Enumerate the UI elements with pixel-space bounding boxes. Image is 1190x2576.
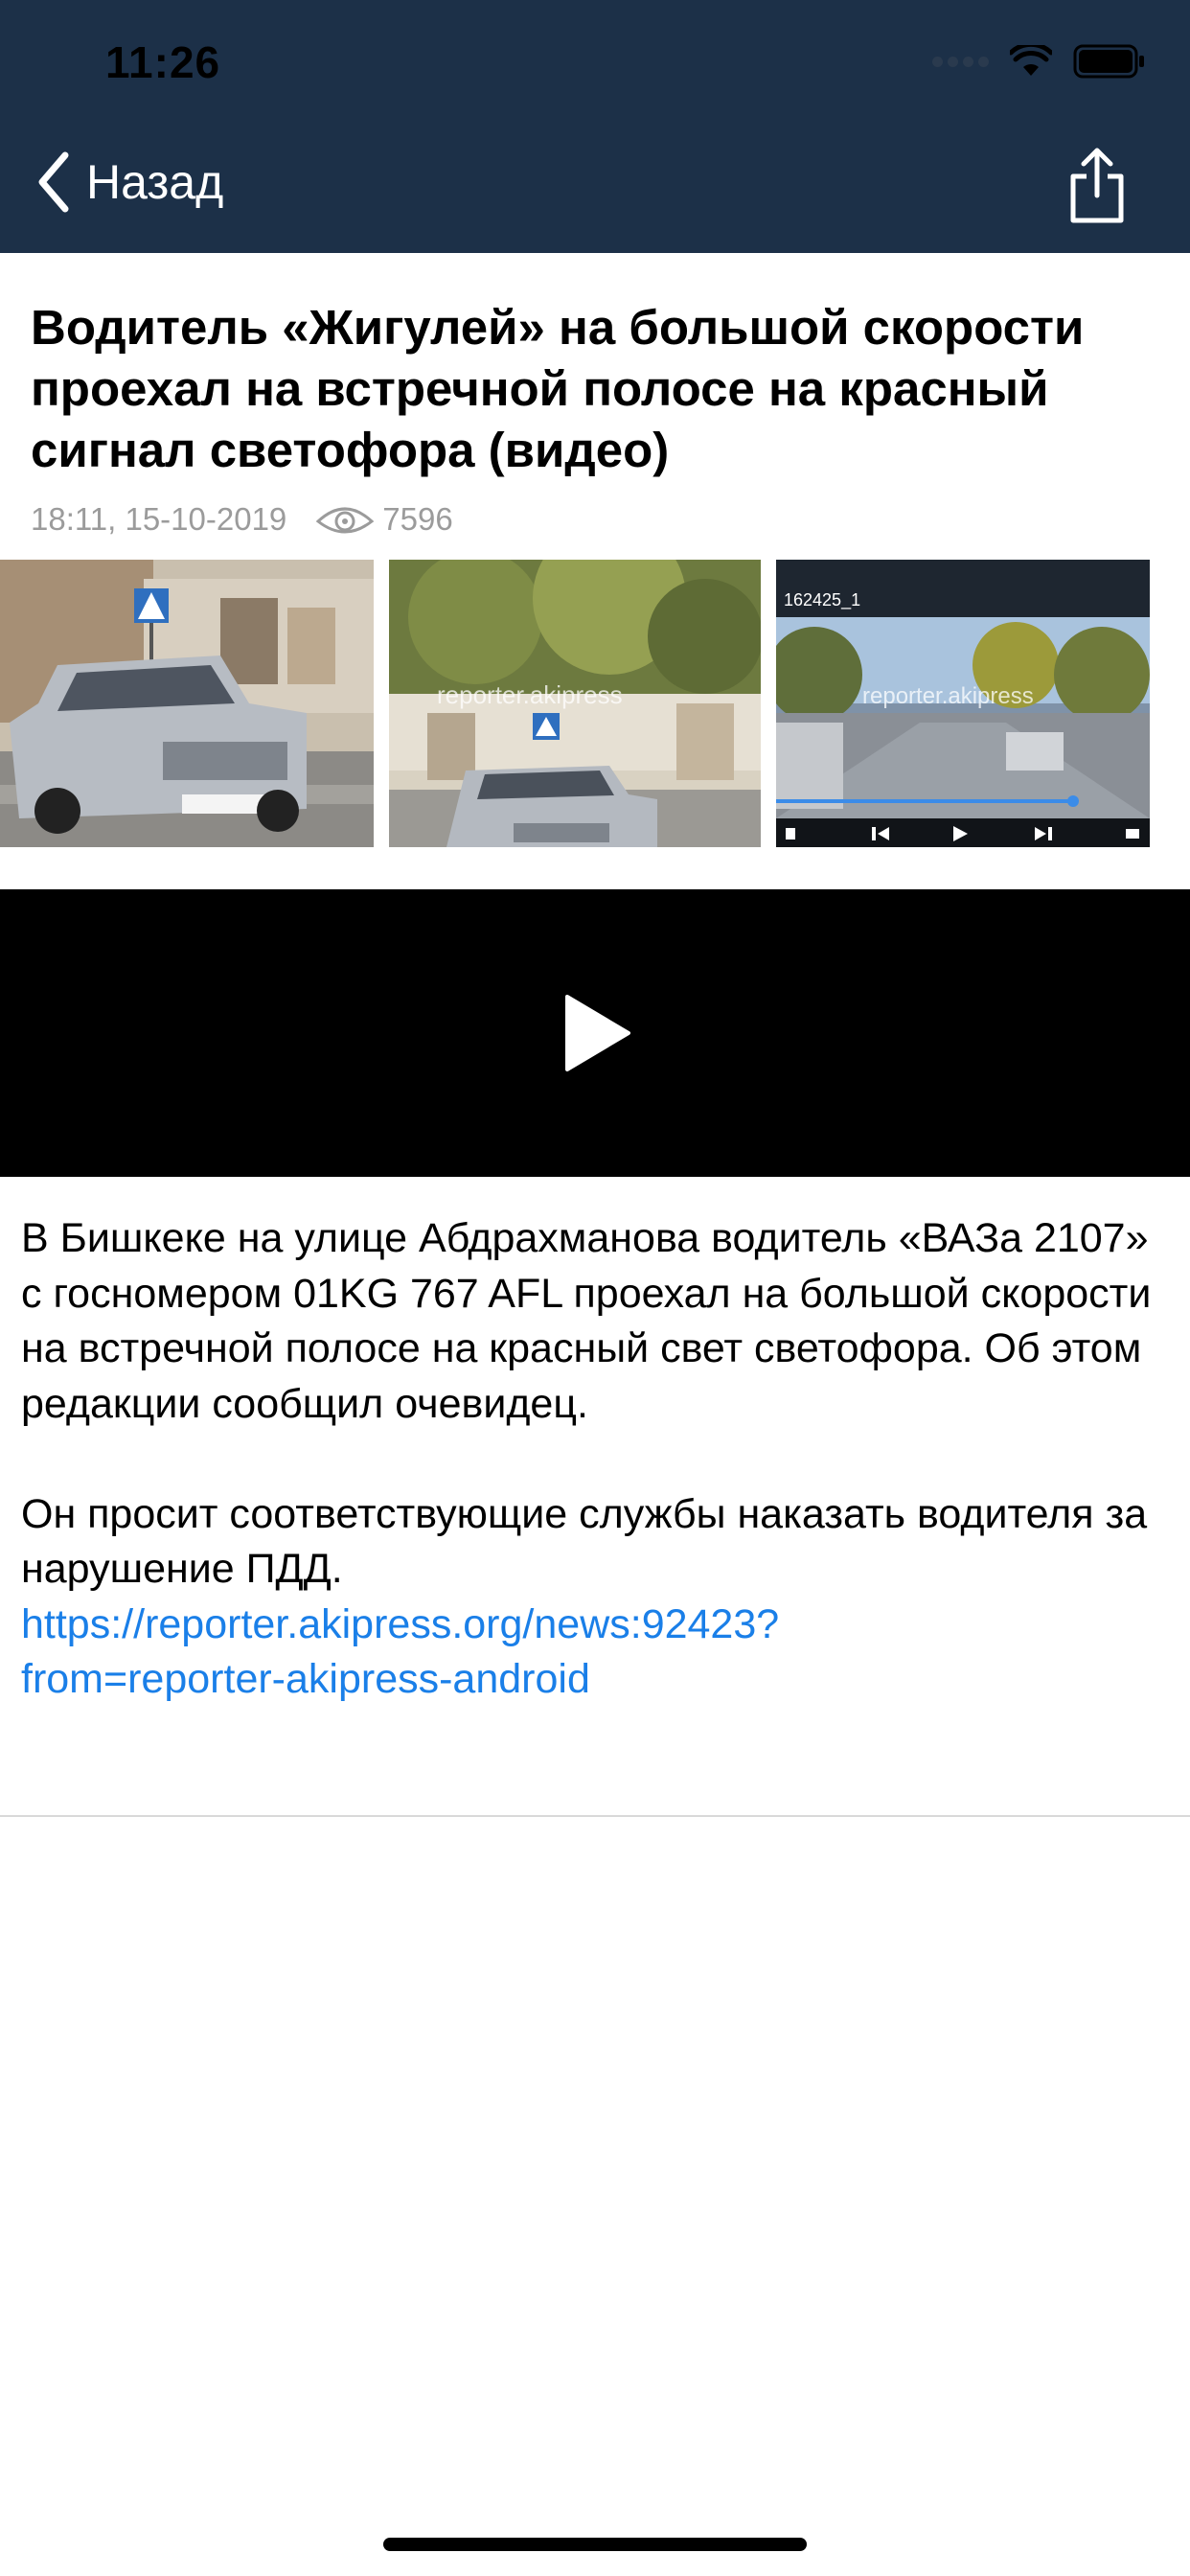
back-button[interactable]: Назад	[34, 151, 223, 213]
divider	[0, 1815, 1190, 1817]
share-button[interactable]	[1064, 148, 1131, 224]
body-paragraph: Он просит соответствующие службы наказат…	[21, 1490, 1148, 1593]
wifi-icon	[1010, 45, 1052, 76]
body-paragraph: В Бишкеке на улице Абдрахманова водитель…	[21, 1215, 1152, 1427]
signal-icon	[932, 56, 989, 67]
watermark-text: reporter.akipress	[862, 683, 1034, 709]
gallery-image-2[interactable]: reporter.akipress	[389, 560, 761, 847]
top-bar: 11:26 Назад	[0, 0, 1190, 253]
video-player[interactable]	[0, 889, 1190, 1177]
image-gallery: reporter.akipress 162425_1 reporter.akip…	[0, 560, 1190, 847]
views-count: 7596	[382, 501, 453, 537]
article-date: 18:11, 15-10-2019	[31, 501, 287, 537]
article-meta: 18:11, 15-10-2019 7596	[31, 500, 453, 539]
eye-icon	[315, 507, 375, 534]
frame-label: 162425_1	[784, 590, 860, 610]
status-time: 11:26	[105, 37, 221, 87]
back-label: Назад	[86, 155, 224, 209]
share-icon	[1070, 148, 1124, 223]
article-title: Водитель «Жигулей» на большой скорости п…	[31, 300, 1085, 477]
gallery-image-3[interactable]: 162425_1 reporter.akipress	[776, 560, 1150, 847]
article-body: В Бишкеке на улице Абдрахманова водитель…	[21, 1211, 1171, 1708]
battery-icon	[1073, 44, 1144, 79]
chevron-left-icon	[38, 151, 69, 213]
watermark-text: reporter.akipress	[437, 680, 623, 709]
status-icons	[932, 44, 1146, 79]
home-indicator[interactable]	[383, 2538, 807, 2551]
gallery-image-1[interactable]	[0, 560, 374, 847]
source-link[interactable]: https://reporter.akipress.org/news:92423…	[21, 1598, 1171, 1708]
play-icon[interactable]	[563, 995, 630, 1071]
